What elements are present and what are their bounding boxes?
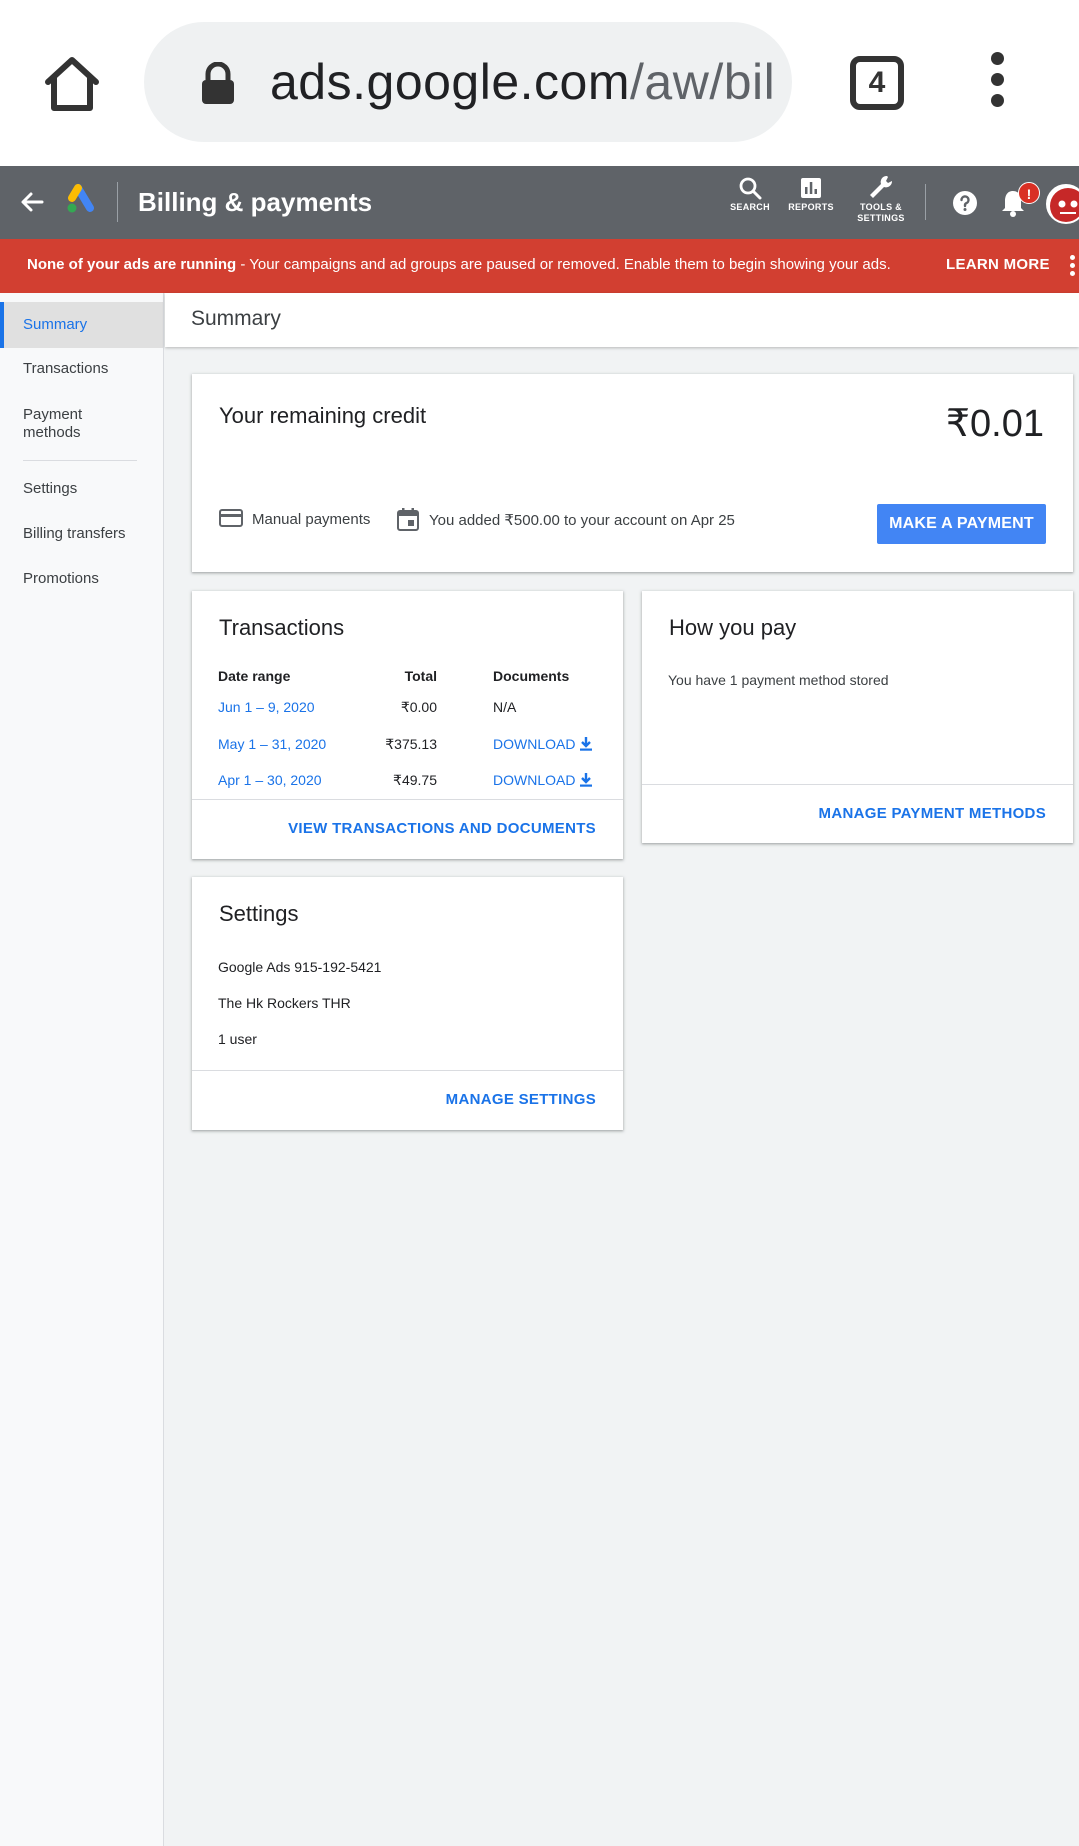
lock-icon	[198, 62, 238, 106]
download-label: DOWNLOAD	[493, 772, 576, 788]
credit-amount: ₹0.01	[945, 403, 1044, 445]
avatar[interactable]	[1046, 184, 1079, 224]
make-a-payment-button[interactable]: MAKE A PAYMENT	[877, 504, 1046, 544]
card-divider	[192, 799, 623, 800]
browser-menu-icon[interactable]	[982, 52, 1012, 112]
calendar-icon	[397, 508, 419, 531]
download-icon	[580, 773, 593, 787]
wrench-icon	[870, 175, 893, 198]
help-icon[interactable]	[952, 190, 978, 216]
reports-tool-button[interactable]: REPORTS	[786, 176, 836, 213]
page-header-title: Billing & payments	[138, 187, 373, 217]
banner-message: None of your ads are running - Your camp…	[27, 256, 891, 273]
view-transactions-button[interactable]: VIEW TRANSACTIONS AND DOCUMENTS	[288, 820, 596, 837]
transaction-total: ₹375.13	[385, 736, 437, 752]
last-payment-info: You added ₹500.00 to your account on Apr…	[397, 508, 735, 531]
how-you-pay-card: How you pay You have 1 payment method st…	[642, 591, 1073, 843]
tools-settings-label-1: TOOLS &	[860, 202, 902, 212]
col-header-total: Total	[404, 668, 437, 684]
sidebar-item-transactions[interactable]: Transactions	[0, 360, 163, 378]
users-link[interactable]: 1 user	[218, 1031, 257, 1047]
transaction-date-link[interactable]: May 1 – 31, 2020	[218, 736, 326, 752]
manage-settings-button[interactable]: MANAGE SETTINGS	[446, 1091, 596, 1108]
reports-icon	[801, 178, 821, 198]
banner-more-icon[interactable]	[1070, 255, 1076, 279]
col-header-date: Date range	[218, 668, 291, 684]
ads-not-running-banner: None of your ads are running - Your camp…	[0, 239, 1079, 293]
transaction-date-link[interactable]: Jun 1 – 9, 2020	[218, 699, 315, 715]
card-divider	[642, 784, 1073, 785]
download-document-link[interactable]: DOWNLOAD	[493, 736, 593, 752]
col-header-documents: Documents	[493, 668, 570, 684]
how-you-pay-title: How you pay	[669, 615, 797, 640]
address-bar[interactable]: ads.google.com/aw/bil	[144, 22, 792, 142]
transactions-card: Transactions Date range Total Documents …	[192, 591, 623, 859]
app-header: Billing & payments SEARCH REPORTS TOOLS …	[0, 166, 1079, 239]
manage-payment-methods-button[interactable]: MANAGE PAYMENT METHODS	[819, 805, 1046, 822]
search-tool-label: SEARCH	[730, 202, 770, 212]
search-icon	[739, 177, 762, 200]
back-arrow-icon[interactable]	[18, 188, 46, 216]
transaction-date-link[interactable]: Apr 1 – 30, 2020	[218, 772, 322, 788]
header-divider	[117, 182, 118, 222]
sidebar-item-summary[interactable]: Summary	[0, 302, 163, 348]
sidebar-item-billing-transfers[interactable]: Billing transfers	[0, 525, 163, 543]
settings-card-title: Settings	[219, 901, 299, 926]
search-tool-button[interactable]: SEARCH	[728, 176, 772, 213]
header-divider-right	[925, 184, 926, 220]
download-label: DOWNLOAD	[493, 736, 576, 752]
payment-type-text: Manual payments	[252, 511, 371, 528]
payment-type-info: Manual payments	[219, 509, 371, 528]
url-text: ads.google.com/aw/bil	[270, 54, 776, 110]
page-title: Summary	[191, 307, 281, 330]
notification-badge: !	[1018, 182, 1040, 204]
sidebar-divider	[23, 460, 137, 461]
account-name: The Hk Rockers THR	[218, 995, 351, 1011]
sidebar-item-payment-methods-label-2: methods	[23, 424, 81, 441]
browser-toolbar: ads.google.com/aw/bil 4	[0, 0, 1079, 166]
sidebar-item-promotions[interactable]: Promotions	[0, 570, 163, 588]
tools-settings-button[interactable]: TOOLS & SETTINGS	[854, 174, 908, 224]
sidebar-item-settings[interactable]: Settings	[0, 480, 163, 498]
learn-more-link[interactable]: LEARN MORE	[946, 256, 1050, 273]
download-icon	[580, 737, 593, 751]
google-ads-logo[interactable]	[66, 184, 98, 214]
sidebar-item-payment-methods[interactable]: Payment methods	[0, 406, 163, 442]
download-document-link[interactable]: DOWNLOAD	[493, 772, 593, 788]
sidebar-item-payment-methods-label-1: Payment	[23, 406, 83, 423]
credit-card-icon	[219, 509, 243, 527]
tools-settings-label-2: SETTINGS	[857, 213, 905, 223]
remaining-credit-card: Your remaining credit ₹0.01 Manual payme…	[192, 374, 1073, 572]
banner-message-bold: None of your ads are running	[27, 256, 237, 273]
banner-message-text: - Your campaigns and ad groups are pause…	[236, 256, 891, 273]
transaction-total: ₹49.75	[393, 772, 437, 788]
page-heading-bar: Summary	[165, 293, 1079, 347]
reports-tool-label: REPORTS	[788, 202, 834, 212]
transactions-card-title: Transactions	[219, 615, 345, 640]
billing-sidebar: Summary Transactions Payment methods Set…	[0, 293, 164, 1846]
transaction-document: N/A	[493, 699, 517, 715]
transaction-total: ₹0.00	[400, 699, 437, 715]
tab-switcher-button[interactable]: 4	[850, 56, 904, 110]
settings-card: Settings Google Ads 915-192-5421 The Hk …	[192, 877, 623, 1130]
card-divider	[192, 1070, 623, 1071]
account-id: Google Ads 915-192-5421	[218, 959, 382, 975]
payment-methods-count: You have 1 payment method stored	[668, 672, 889, 688]
home-icon[interactable]	[40, 52, 104, 116]
credit-card-title: Your remaining credit	[219, 403, 427, 428]
last-payment-text: You added ₹500.00 to your account on Apr…	[429, 512, 735, 529]
